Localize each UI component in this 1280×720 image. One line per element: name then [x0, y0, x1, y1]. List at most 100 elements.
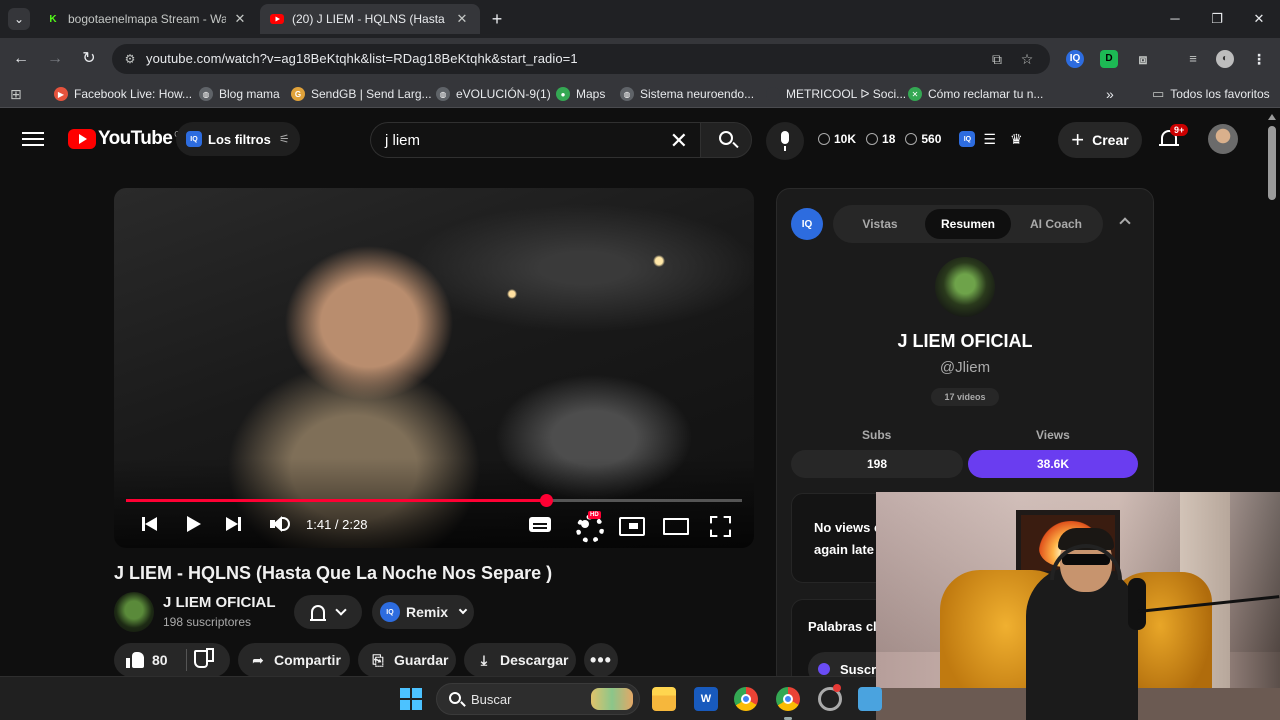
all-bookmarks-folder[interactable]: ▭ Todos los favoritos: [1152, 84, 1270, 104]
close-tab-icon[interactable]: ✕: [454, 11, 470, 27]
apps-grid-icon[interactable]: ⊞: [10, 84, 22, 104]
fullscreen-icon[interactable]: [708, 512, 730, 536]
vidiq-extension-icon[interactable]: IQ: [1066, 50, 1084, 68]
kick-icon: K: [49, 13, 57, 25]
list-icon[interactable]: ☰: [983, 131, 996, 148]
bookmark-sistema[interactable]: ◍ Sistema neuroendo...: [620, 84, 754, 104]
previous-video-icon[interactable]: [140, 512, 160, 536]
file-explorer-icon[interactable]: [652, 687, 676, 711]
keyword-dot-icon: [818, 663, 830, 675]
windows-taskbar: Buscar W: [0, 676, 882, 720]
next-video-icon[interactable]: [224, 512, 244, 536]
install-app-icon[interactable]: ⧉: [988, 50, 1006, 68]
d-extension-icon[interactable]: D: [1100, 50, 1118, 68]
bookmark-label: Cómo reclamar tu n...: [928, 87, 1044, 101]
close-window-icon[interactable]: ✕: [1248, 8, 1270, 30]
search-button[interactable]: [700, 122, 752, 158]
collapse-chevron-up-icon[interactable]: [1119, 217, 1131, 229]
word-icon[interactable]: W: [694, 687, 718, 711]
more-actions-button[interactable]: •••: [584, 643, 618, 677]
vidiq-header-stats[interactable]: 10K 18 560 IQ ☰ ♛: [818, 126, 1023, 152]
bookmark-star-icon[interactable]: ☆: [1018, 50, 1036, 68]
panel-channel-avatar: [935, 257, 995, 317]
bookmark-como-reclamar[interactable]: ✕ Cómo reclamar tu n...: [908, 84, 1043, 104]
taskbar-search[interactable]: Buscar: [436, 683, 640, 715]
notifications-bell-icon[interactable]: 9+: [1158, 124, 1189, 150]
folder-icon: ▭: [1152, 86, 1165, 101]
bookmark-metricool[interactable]: METRICOOL ᐅ Soci...: [766, 84, 906, 104]
bookmark-sendgb[interactable]: G SendGB | Send Larg...: [291, 84, 432, 104]
like-thumb-icon[interactable]: [126, 652, 144, 668]
clear-search-icon[interactable]: ✕: [670, 128, 688, 154]
theater-mode-icon[interactable]: [662, 512, 689, 536]
site-info-icon[interactable]: ⚙: [122, 51, 138, 67]
subtitles-icon[interactable]: [528, 512, 552, 536]
play-icon[interactable]: [184, 512, 204, 536]
download-button[interactable]: ⤓ Descargar: [464, 643, 576, 677]
like-count[interactable]: 80: [152, 652, 168, 668]
media-controls-icon[interactable]: ≡: [1184, 50, 1202, 68]
more-bookmarks-icon[interactable]: »: [1106, 84, 1114, 104]
back-arrow-icon[interactable]: ←: [10, 48, 32, 70]
extensions-puzzle-icon[interactable]: ⧈: [1134, 50, 1152, 68]
remix-button[interactable]: IQ Remix: [372, 595, 474, 629]
address-bar[interactable]: ⚙ youtube.com/watch?v=ag18BeKtqhk&list=R…: [112, 44, 1050, 74]
bookmark-evolucion[interactable]: ◍ eVOLUCIÓN-9(1): [436, 84, 551, 104]
miniplayer-icon[interactable]: [618, 512, 645, 536]
tab-resumen[interactable]: Resumen: [925, 209, 1011, 239]
bookmark-blog-mama[interactable]: ◍ Blog mama: [199, 84, 280, 104]
search-input[interactable]: j liem ✕: [370, 122, 700, 158]
more-dots-icon: •••: [590, 649, 612, 670]
tab-bogotaenelmapa[interactable]: K bogotaenelmapa Stream - Watc ✕: [36, 4, 258, 34]
notepad-icon[interactable]: [858, 687, 882, 711]
chrome-icon[interactable]: [734, 687, 758, 711]
search-query[interactable]: j liem: [385, 132, 420, 149]
restore-window-icon[interactable]: ❐: [1206, 8, 1228, 30]
video-player[interactable]: 1:41 / 2:28 HD: [114, 188, 754, 548]
new-tab-button[interactable]: +: [486, 8, 508, 30]
reload-icon[interactable]: ↻: [78, 48, 100, 70]
tab-ai-coach[interactable]: AI Coach: [1013, 209, 1099, 239]
share-button[interactable]: ➦ Compartir: [238, 643, 350, 677]
dislike-thumb-icon[interactable]: [196, 652, 214, 668]
keyword-chip-label: Suscri: [840, 662, 880, 677]
vidiq-icon[interactable]: IQ: [959, 131, 976, 147]
create-button[interactable]: + Crear: [1058, 122, 1142, 158]
page-scrollbar-thumb[interactable]: [1268, 126, 1276, 200]
minimize-window-icon[interactable]: ─: [1164, 8, 1186, 30]
channel-name[interactable]: J LIEM OFICIAL: [163, 594, 276, 611]
profile-avatar-icon[interactable]: ◐: [1216, 50, 1234, 68]
youtube-logo[interactable]: YouTube CO: [68, 128, 186, 150]
progress-bar[interactable]: [126, 494, 742, 507]
forward-arrow-icon[interactable]: →: [44, 48, 66, 70]
hamburger-menu-icon[interactable]: [22, 128, 44, 150]
tab-vistas[interactable]: Vistas: [837, 209, 923, 239]
tab-youtube-video[interactable]: (20) J LIEM - HQLNS (Hasta Qu ✕: [260, 4, 480, 34]
obs-icon[interactable]: [818, 684, 842, 711]
keywords-title: Palabras cl: [808, 619, 877, 634]
bookmark-label: Facebook Live: How...: [74, 87, 193, 101]
save-button[interactable]: ⎘ Guardar: [358, 643, 456, 677]
download-label: Descargar: [500, 652, 569, 668]
search-icon: [449, 692, 461, 704]
vidiq-filters-button[interactable]: IQ Los filtros ⚟: [176, 122, 300, 156]
chrome-profile-icon[interactable]: [776, 687, 800, 720]
scroll-up-arrow-icon[interactable]: [1268, 114, 1276, 120]
subscription-notifications-button[interactable]: [294, 595, 362, 629]
hd-badge: HD: [588, 511, 601, 519]
youtube-icon: [270, 12, 284, 26]
filters-label: Los filtros: [208, 131, 271, 147]
trophy-icon[interactable]: ♛: [1010, 131, 1023, 148]
account-avatar[interactable]: [1208, 124, 1238, 154]
channel-avatar[interactable]: [114, 592, 154, 632]
windows-start-icon[interactable]: [400, 688, 422, 710]
browser-menu-icon[interactable]: ⋮: [1250, 50, 1268, 68]
voice-search-mic-icon[interactable]: [766, 122, 804, 160]
url-text[interactable]: youtube.com/watch?v=ag18BeKtqhk&list=RDa…: [146, 51, 578, 66]
close-tab-icon[interactable]: ✕: [232, 11, 248, 27]
tab-search-button[interactable]: ⌄: [8, 8, 30, 30]
bookmark-maps[interactable]: ● Maps: [556, 84, 605, 104]
metricool-icon: [766, 87, 780, 101]
youtube-wordmark: YouTube: [98, 128, 173, 149]
bookmark-facebook-live[interactable]: ▶ Facebook Live: How...: [54, 84, 192, 104]
